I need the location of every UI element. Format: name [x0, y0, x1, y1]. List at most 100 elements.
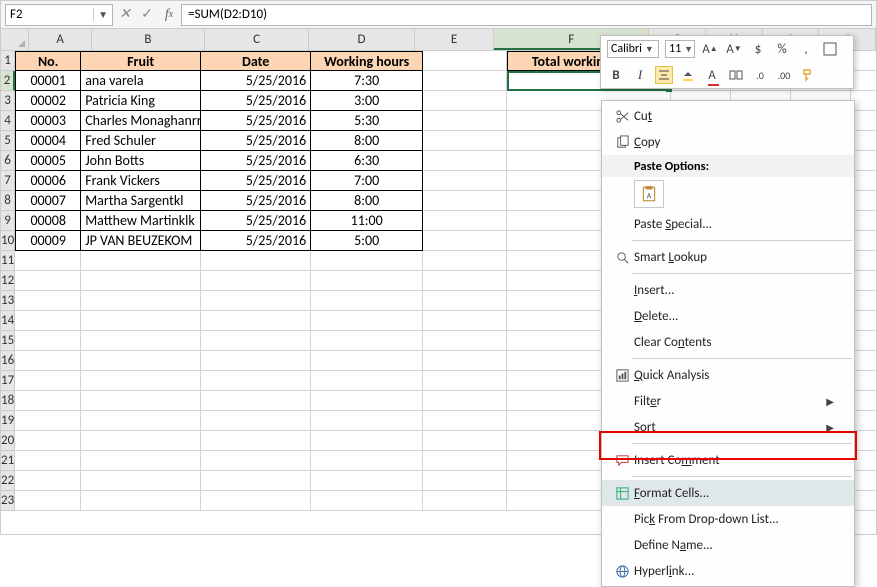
cell-A22[interactable]: [15, 471, 81, 491]
cell-A5[interactable]: 00004: [15, 131, 81, 151]
cell-B7[interactable]: Frank Vickers: [81, 171, 201, 191]
row-head-7[interactable]: 7: [1, 171, 15, 191]
cell-E11[interactable]: [423, 251, 507, 271]
cell-E4[interactable]: [423, 111, 507, 131]
cell-D10[interactable]: 5:00: [311, 231, 423, 251]
cell-E16[interactable]: [423, 351, 507, 371]
cell-B12[interactable]: [81, 271, 201, 291]
cell-J18[interactable]: [851, 391, 877, 411]
cell-E6[interactable]: [423, 151, 507, 171]
cell-B6[interactable]: John Botts: [81, 151, 201, 171]
cell-E12[interactable]: [423, 271, 507, 291]
header-no[interactable]: No.: [15, 51, 81, 71]
row-head-6[interactable]: 6: [1, 151, 15, 171]
cell-J6[interactable]: [851, 151, 877, 171]
cell-D18[interactable]: [311, 391, 423, 411]
row-head-19[interactable]: 19: [1, 411, 15, 431]
cell-E17[interactable]: [423, 371, 507, 391]
cell-E21[interactable]: [423, 451, 507, 471]
cell-J7[interactable]: [851, 171, 877, 191]
cell-C7[interactable]: 5/25/2016: [201, 171, 311, 191]
name-box[interactable]: F2 ▼: [5, 4, 113, 26]
cell-B17[interactable]: [81, 371, 201, 391]
cell-C17[interactable]: [201, 371, 311, 391]
cell-E3[interactable]: [423, 91, 507, 111]
cell-A23[interactable]: [15, 491, 81, 511]
cell-A2[interactable]: 00001: [15, 71, 81, 91]
cell-E10[interactable]: [423, 231, 507, 251]
format-painter-icon[interactable]: [799, 66, 817, 84]
cell-B3[interactable]: Patricia King: [81, 91, 201, 111]
cell-D2[interactable]: 7:30: [311, 71, 423, 91]
cell-A18[interactable]: [15, 391, 81, 411]
cell-E18[interactable]: [423, 391, 507, 411]
cell-E2[interactable]: [423, 71, 507, 91]
font-size-selector[interactable]: 11▼: [665, 40, 695, 58]
row-head-5[interactable]: 5: [1, 131, 15, 151]
cell-C23[interactable]: [201, 491, 311, 511]
row-head-23[interactable]: 23: [1, 491, 15, 511]
cell-A17[interactable]: [15, 371, 81, 391]
cell-J23[interactable]: [851, 491, 877, 511]
cell-D14[interactable]: [311, 311, 423, 331]
row-head-22[interactable]: 22: [1, 471, 15, 491]
row-head-15[interactable]: 15: [1, 331, 15, 351]
cell-C16[interactable]: [201, 351, 311, 371]
header-fruit[interactable]: Fruit: [81, 51, 201, 71]
cell-E23[interactable]: [423, 491, 507, 511]
cell-C10[interactable]: 5/25/2016: [201, 231, 311, 251]
percent-icon[interactable]: %: [773, 40, 791, 58]
cell-A3[interactable]: 00002: [15, 91, 81, 111]
cell-D3[interactable]: 3:00: [311, 91, 423, 111]
ctx-delete[interactable]: Delete...: [602, 303, 854, 329]
cell-J8[interactable]: [851, 191, 877, 211]
cell-D20[interactable]: [311, 431, 423, 451]
cell-C22[interactable]: [201, 471, 311, 491]
cell-B13[interactable]: [81, 291, 201, 311]
row-head-14[interactable]: 14: [1, 311, 15, 331]
cell-C8[interactable]: 5/25/2016: [201, 191, 311, 211]
cell-J3[interactable]: [851, 91, 877, 111]
cell-D6[interactable]: 6:30: [311, 151, 423, 171]
ctx-filter[interactable]: Filter ▶: [602, 388, 854, 414]
cell-B10[interactable]: JP VAN BEUZEKOM: [81, 231, 201, 251]
accept-formula-icon[interactable]: ✓: [137, 4, 157, 26]
cell-E1[interactable]: [423, 51, 507, 71]
cell-D16[interactable]: [311, 351, 423, 371]
row-head-10[interactable]: 10: [1, 231, 15, 251]
row-head-8[interactable]: 8: [1, 191, 15, 211]
cell-A8[interactable]: 00007: [15, 191, 81, 211]
decrease-decimal-icon[interactable]: .0: [751, 66, 769, 84]
cell-C2[interactable]: 5/25/2016: [201, 71, 311, 91]
cell-B18[interactable]: [81, 391, 201, 411]
cell-B19[interactable]: [81, 411, 201, 431]
font-color-icon[interactable]: A: [703, 66, 721, 84]
header-date[interactable]: Date: [201, 51, 311, 71]
fill-color-icon[interactable]: [679, 66, 697, 84]
font-selector[interactable]: Calibri▼: [607, 40, 659, 58]
cell-D11[interactable]: [311, 251, 423, 271]
cell-D13[interactable]: [311, 291, 423, 311]
row-head-3[interactable]: 3: [1, 91, 15, 111]
cell-B14[interactable]: [81, 311, 201, 331]
cell-J14[interactable]: [851, 311, 877, 331]
cell-B20[interactable]: [81, 431, 201, 451]
cell-A4[interactable]: 00003: [15, 111, 81, 131]
row-head-2[interactable]: 2: [1, 71, 15, 91]
cell-J15[interactable]: [851, 331, 877, 351]
cell-B16[interactable]: [81, 351, 201, 371]
cell-C4[interactable]: 5/25/2016: [201, 111, 311, 131]
cell-A12[interactable]: [15, 271, 81, 291]
cell-A7[interactable]: 00006: [15, 171, 81, 191]
cell-C12[interactable]: [201, 271, 311, 291]
row-head-13[interactable]: 13: [1, 291, 15, 311]
italic-icon[interactable]: I: [631, 66, 649, 84]
col-head-A[interactable]: A: [29, 29, 91, 50]
cell-C18[interactable]: [201, 391, 311, 411]
cell-B2[interactable]: ana varela: [81, 71, 201, 91]
cell-C11[interactable]: [201, 251, 311, 271]
ctx-pick-from-list[interactable]: Pick From Drop-down List...: [602, 506, 854, 532]
cell-D7[interactable]: 7:00: [311, 171, 423, 191]
cell-J20[interactable]: [851, 431, 877, 451]
ctx-clear-contents[interactable]: Clear Contents: [602, 329, 854, 355]
